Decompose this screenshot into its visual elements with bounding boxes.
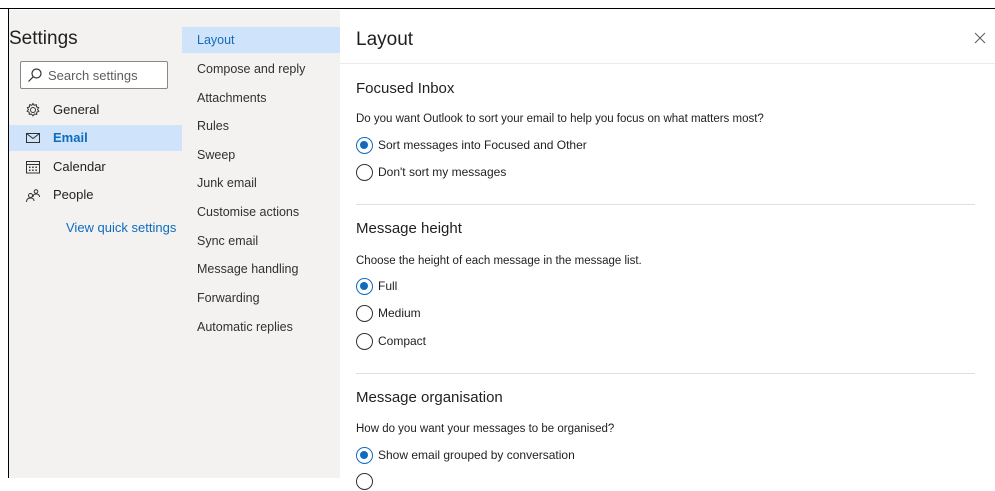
subnav-item-label: Layout [197, 33, 235, 47]
nav-item-general[interactable]: General [9, 97, 182, 123]
radio-button[interactable] [356, 164, 373, 181]
subnav-item-customise-actions[interactable]: Customise actions [182, 199, 340, 225]
nav-item-label: General [53, 102, 100, 117]
subnav-item-sweep[interactable]: Sweep [182, 142, 340, 168]
subnav-item-rules[interactable]: Rules [182, 113, 340, 139]
calendar-icon [26, 161, 40, 174]
subnav-item-compose-and-reply[interactable]: Compose and reply [182, 56, 340, 82]
nav-item-label: People [53, 187, 94, 202]
radio-button-checked[interactable] [356, 278, 373, 295]
search-placeholder: Search settings [48, 68, 138, 83]
nav-item-email[interactable]: Email [9, 125, 182, 151]
subnav-item-label: Customise actions [197, 205, 300, 219]
subnav-item-sync-email[interactable]: Sync email [182, 228, 340, 254]
subnav-item-label: Automatic replies [197, 320, 293, 334]
subnav-item-label: Rules [197, 119, 229, 133]
settings-nav-pane: Settings Search settings General Email C… [9, 10, 182, 478]
section-question: How do you want your messages to be orga… [356, 423, 615, 435]
section-title-message-organisation: Message organisation [356, 389, 503, 406]
people-icon [26, 189, 40, 203]
subnav-item-label: Message handling [197, 262, 299, 276]
section-title-focused-inbox: Focused Inbox [356, 80, 455, 97]
settings-title: Settings [9, 28, 78, 49]
mail-icon [26, 133, 40, 143]
radio-label: Medium [378, 306, 421, 320]
subnav-item-label: Sweep [197, 148, 236, 162]
page-title: Layout [356, 29, 414, 50]
close-icon[interactable] [974, 32, 986, 44]
subnav-item-label: Forwarding [197, 291, 260, 305]
subnav-item-label: Junk email [197, 176, 257, 190]
subnav-item-automatic-replies[interactable]: Automatic replies [182, 314, 340, 340]
view-quick-settings-link[interactable]: View quick settings [66, 220, 176, 235]
nav-item-label: Email [53, 130, 88, 145]
subnav-item-label: Attachments [197, 91, 267, 105]
radio-label: Show email grouped by conversation [378, 448, 575, 462]
radio-label: Don't sort my messages [378, 165, 507, 179]
radio-button-checked[interactable] [356, 447, 373, 464]
radio-button[interactable] [356, 473, 373, 490]
subnav-item-attachments[interactable]: Attachments [182, 85, 340, 111]
section-divider [356, 373, 975, 374]
subnav-item-layout[interactable]: Layout [182, 27, 340, 53]
nav-item-label: Calendar [53, 159, 106, 174]
radio-label: Sort messages into Focused and Other [378, 138, 587, 152]
nav-item-people[interactable]: People [9, 182, 182, 208]
search-icon [28, 68, 42, 82]
header-divider [340, 63, 995, 64]
subnav-item-forwarding[interactable]: Forwarding [182, 285, 340, 311]
layout-settings-panel: Layout Focused Inbox Do you want Outlook… [340, 10, 995, 490]
subnav-item-label: Sync email [197, 234, 259, 248]
subnav-item-label: Compose and reply [197, 62, 306, 76]
radio-label: Full [378, 279, 398, 293]
section-title-message-height: Message height [356, 220, 462, 237]
section-question: Choose the height of each message in the… [356, 255, 642, 267]
radio-button[interactable] [356, 305, 373, 322]
nav-item-calendar[interactable]: Calendar [9, 154, 182, 180]
gear-icon [26, 102, 40, 117]
radio-button-checked[interactable] [356, 137, 373, 154]
email-subnav-pane: Layout Compose and reply Attachments Rul… [182, 10, 340, 478]
window-top-border [0, 0, 995, 9]
radio-label: Compact [378, 334, 427, 348]
subnav-item-message-handling[interactable]: Message handling [182, 256, 340, 282]
search-settings-input[interactable]: Search settings [20, 61, 168, 89]
subnav-item-junk-email[interactable]: Junk email [182, 170, 340, 196]
radio-button[interactable] [356, 333, 373, 350]
section-divider [356, 204, 975, 205]
section-question: Do you want Outlook to sort your email t… [356, 113, 764, 125]
